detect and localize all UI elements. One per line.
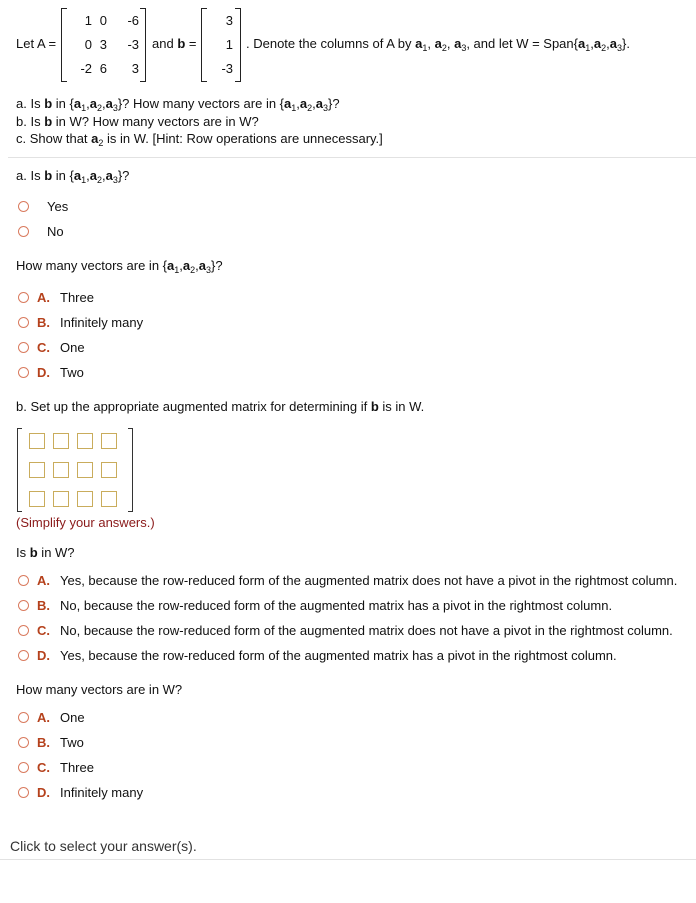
in-w-option-a-letter[interactable]: A. [37,573,50,589]
augmented-matrix-input-r3-c2[interactable] [53,491,69,507]
equals-sign: = [188,36,197,51]
and-text: and [152,36,174,51]
augmented-matrix-input-r1-c3[interactable] [77,433,93,449]
augmented-matrix-left-bracket [17,428,22,512]
count-option-d-radio[interactable] [18,367,29,378]
section-divider [8,157,696,158]
count-option-b-letter[interactable]: B. [37,315,50,331]
augmented-matrix-input-r1-c4[interactable] [101,433,117,449]
w-count-option-d-radio[interactable] [18,787,29,798]
part-a-count-question: How many vectors are in {a1,a2,a3}? [16,258,223,275]
matrix-a-cell: 6 [99,61,107,76]
w-count-option-b-text[interactable]: Two [60,735,84,751]
simplify-hint: (Simplify your answers.) [16,515,155,530]
vector-b-left-bracket [201,8,207,82]
w-count-option-a-letter[interactable]: A. [37,710,50,726]
augmented-matrix-input-r3-c1[interactable] [29,491,45,507]
matrix-a-cell: -3 [127,37,139,52]
augmented-matrix-input-r2-c4[interactable] [101,462,117,478]
w-count-option-a-radio[interactable] [18,712,29,723]
w-count-option-b-radio[interactable] [18,737,29,748]
augmented-matrix-input-r2-c3[interactable] [77,462,93,478]
part-a-question: a. Is b in {a1,a2,a3}? [16,168,130,185]
in-w-option-d-radio[interactable] [18,650,29,661]
count-option-d-letter[interactable]: D. [37,365,50,381]
count-option-b-text[interactable]: Infinitely many [60,315,143,331]
footer-divider [0,859,696,860]
in-w-option-a-radio[interactable] [18,575,29,586]
w-count-option-b-letter[interactable]: B. [37,735,50,751]
vector-b-cell: -3 [221,61,233,76]
yes-label[interactable]: Yes [47,199,68,215]
augmented-matrix-input-r1-c2[interactable] [53,433,69,449]
w-count-option-c-radio[interactable] [18,762,29,773]
w-count-option-d-letter[interactable]: D. [37,785,50,801]
matrix-a-cell: 3 [99,37,107,52]
matrix-a-cell: 0 [99,13,107,28]
augmented-matrix-input-r1-c1[interactable] [29,433,45,449]
w-count-option-c-text[interactable]: Three [60,760,94,776]
w-count-question: How many vectors are in W? [16,682,183,697]
count-option-c-letter[interactable]: C. [37,340,50,356]
in-w-option-d-text[interactable]: Yes, because the row-reduced form of the… [60,648,617,664]
matrix-a-right-bracket [140,8,146,82]
in-w-option-a-text[interactable]: Yes, because the row-reduced form of the… [60,573,677,589]
no-label[interactable]: No [47,224,64,240]
count-option-a-radio[interactable] [18,292,29,303]
part-b-setup-prompt: b. Set up the appropriate augmented matr… [16,399,425,414]
no-radio[interactable] [18,226,29,237]
yes-radio[interactable] [18,201,29,212]
matrix-a-cell: -6 [127,13,139,28]
in-w-option-d-letter[interactable]: D. [37,648,50,664]
matrix-a-cell: 3 [131,61,139,76]
let-a-label: Let A = [16,36,57,51]
in-w-question: Is b in W? [16,545,75,560]
in-w-option-b-letter[interactable]: B. [37,598,50,614]
b-symbol: b [177,36,186,51]
count-option-b-radio[interactable] [18,317,29,328]
part-list-c: c. Show that a2 is in W. [Hint: Row oper… [16,131,383,148]
in-w-option-c-letter[interactable]: C. [37,623,50,639]
in-w-option-b-radio[interactable] [18,600,29,611]
and-b-label: and b = [152,36,197,52]
augmented-matrix-input-r3-c4[interactable] [101,491,117,507]
count-option-c-text[interactable]: One [60,340,85,356]
part-list-a: a. Is b in {a1,a2,a3}? How many vectors … [16,96,340,113]
augmented-matrix-input-r3-c3[interactable] [77,491,93,507]
augmented-matrix-input-r2-c1[interactable] [29,462,45,478]
augmented-matrix-right-bracket [128,428,133,512]
vector-b-cell: 3 [225,13,233,28]
count-option-a-letter[interactable]: A. [37,290,50,306]
matrix-a-left-bracket [61,8,67,82]
vector-b-cell: 1 [225,37,233,52]
in-w-option-c-text[interactable]: No, because the row-reduced form of the … [60,623,673,639]
footer-instruction: Click to select your answer(s). [10,838,197,854]
count-option-a-text[interactable]: Three [60,290,94,306]
w-count-option-d-text[interactable]: Infinitely many [60,785,143,801]
count-option-d-text[interactable]: Two [60,365,84,381]
part-list-b: b. Is b in W? How many vectors are in W? [16,114,259,129]
in-w-option-b-text[interactable]: No, because the row-reduced form of the … [60,598,612,614]
w-count-option-a-text[interactable]: One [60,710,85,726]
count-option-c-radio[interactable] [18,342,29,353]
vector-b-right-bracket [235,8,241,82]
augmented-matrix-input-r2-c2[interactable] [53,462,69,478]
in-w-option-c-radio[interactable] [18,625,29,636]
w-count-option-c-letter[interactable]: C. [37,760,50,776]
statement-text: . Denote the columns of A by a1, a2, a3,… [246,36,630,53]
